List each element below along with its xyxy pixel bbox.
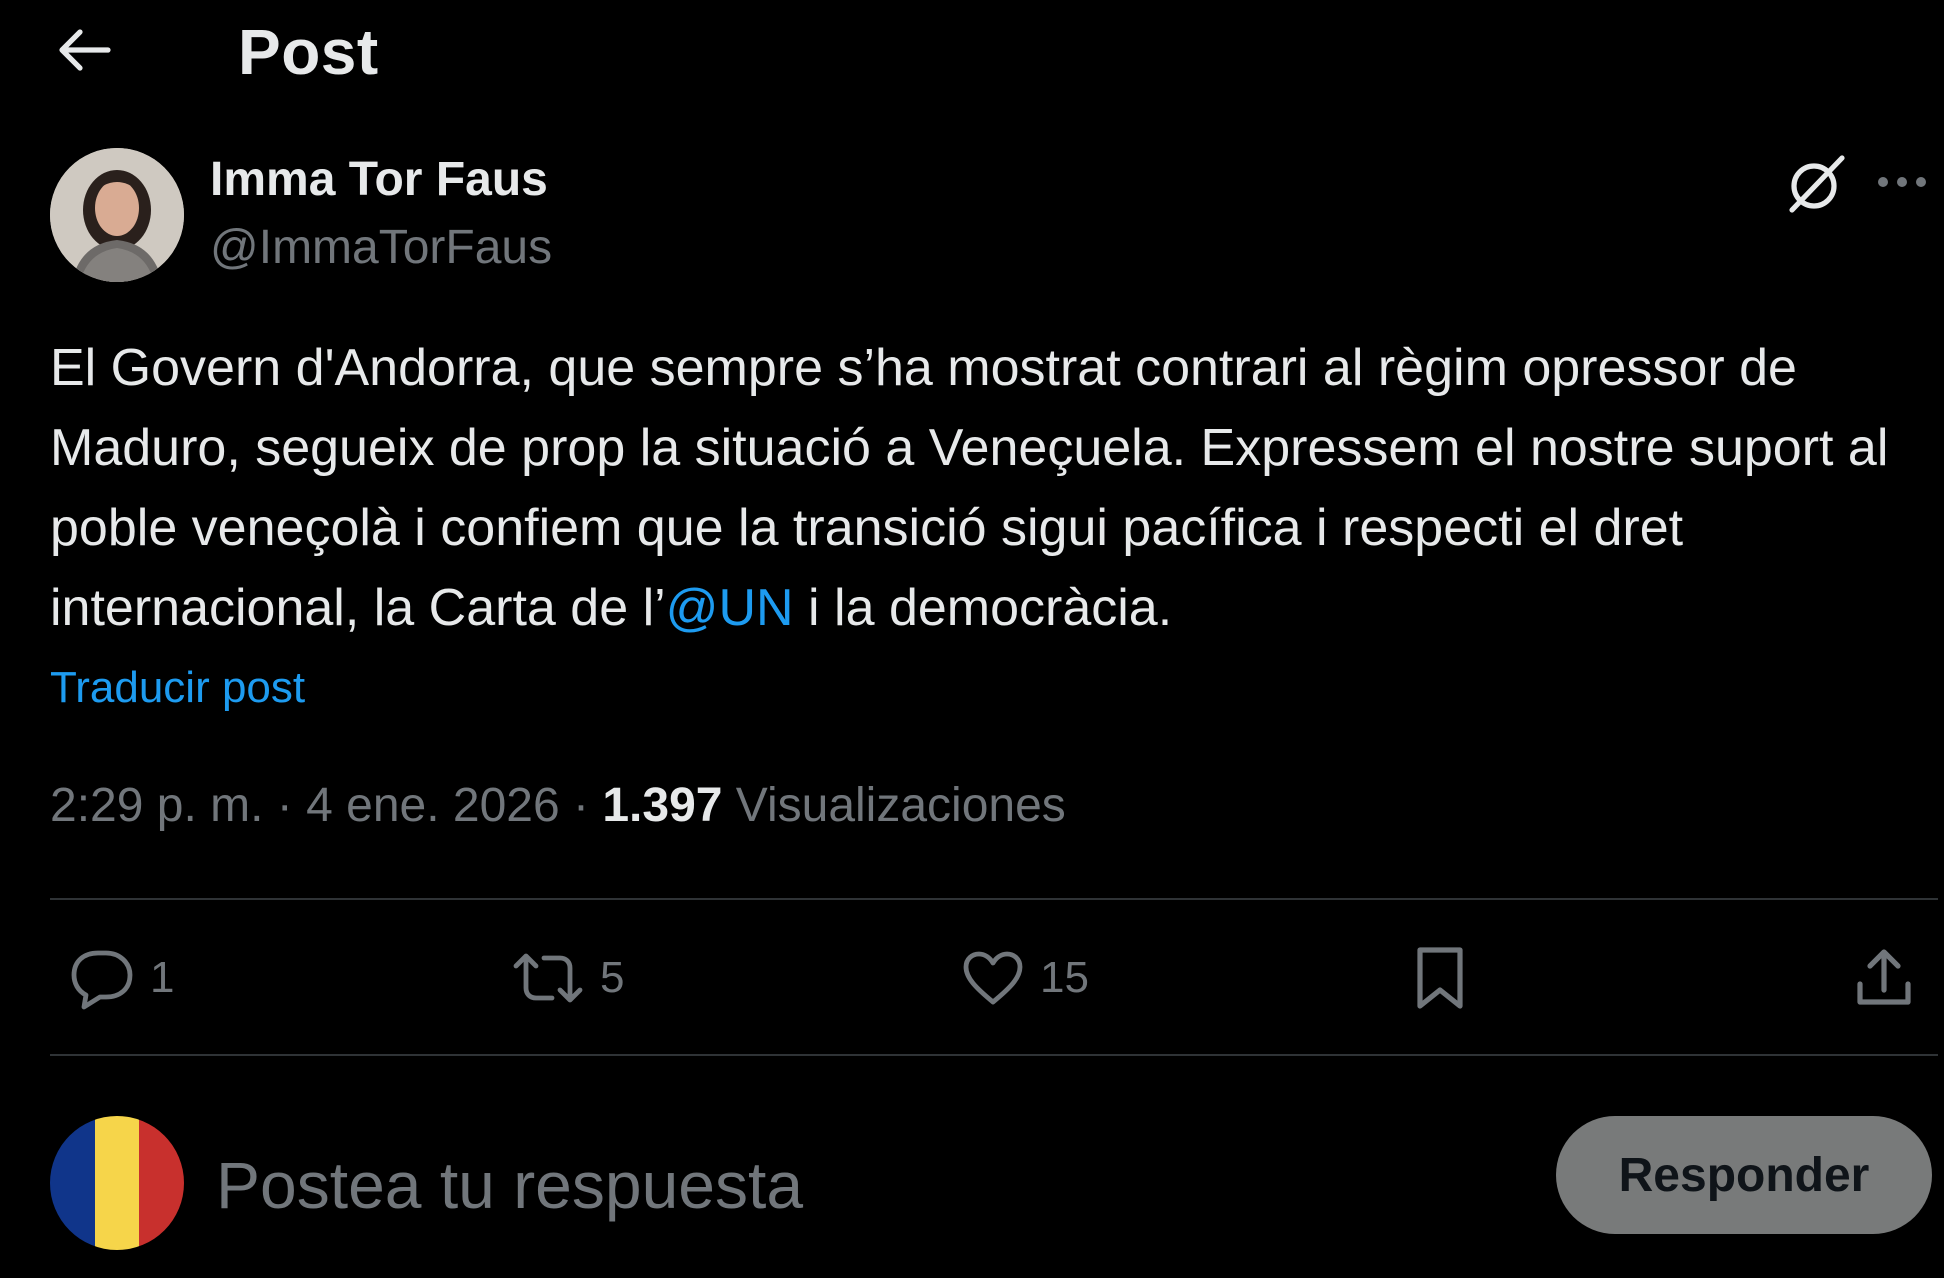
post-time[interactable]: 2:29 p. m. [50, 779, 263, 832]
divider [50, 1054, 1938, 1056]
post-text: El Govern d'Andorra, que sempre s’ha mos… [50, 328, 1930, 648]
views-label: Visualizaciones [722, 779, 1066, 832]
post-text-end: i la democràcia. [793, 579, 1173, 637]
grok-button[interactable] [1780, 148, 1852, 220]
views-count[interactable]: 1.397 [602, 779, 722, 832]
post-meta: 2:29 p. m. · 4 ene. 2026 · 1.397 Visuali… [50, 776, 1066, 836]
author-handle[interactable]: @ImmaTorFaus [210, 218, 552, 278]
translate-post-link[interactable]: Traducir post [50, 660, 305, 716]
like-button[interactable]: 15 [960, 940, 1089, 1016]
reply-count: 1 [150, 953, 175, 1002]
repost-icon [513, 953, 583, 1003]
like-count: 15 [1040, 953, 1089, 1002]
share-icon [1857, 949, 1911, 1005]
author-avatar[interactable] [50, 148, 184, 282]
heart-icon [963, 951, 1023, 1005]
repost-count: 5 [600, 953, 625, 1002]
profile-photo-icon [50, 148, 184, 282]
andorra-flag-red-stripe [139, 1116, 184, 1250]
andorra-flag-yellow-stripe [94, 1116, 140, 1250]
repost-button[interactable]: 5 [510, 940, 624, 1016]
page-title: Post [238, 16, 379, 88]
mention-link[interactable]: @UN [666, 579, 794, 637]
arrow-left-icon [59, 29, 111, 71]
bookmark-button[interactable] [1410, 940, 1470, 1016]
reply-submit-button[interactable]: Responder [1556, 1116, 1932, 1234]
divider [50, 898, 1938, 900]
meta-separator: · [559, 779, 603, 832]
author-name[interactable]: Imma Tor Faus [210, 150, 548, 210]
reply-icon [71, 950, 133, 1010]
andorra-flag-blue-stripe [50, 1116, 95, 1250]
back-button[interactable] [50, 20, 118, 80]
grok-icon [1789, 155, 1845, 213]
reply-button[interactable]: 1 [66, 940, 174, 1016]
user-avatar[interactable] [50, 1116, 184, 1250]
meta-separator: · [263, 779, 307, 832]
share-button[interactable] [1852, 940, 1916, 1016]
post-date[interactable]: 4 ene. 2026 [306, 779, 560, 832]
more-horizontal-icon [1878, 177, 1926, 187]
more-options-button[interactable] [1870, 158, 1934, 206]
reply-input[interactable] [216, 1140, 1516, 1230]
bookmark-icon [1417, 947, 1463, 1009]
